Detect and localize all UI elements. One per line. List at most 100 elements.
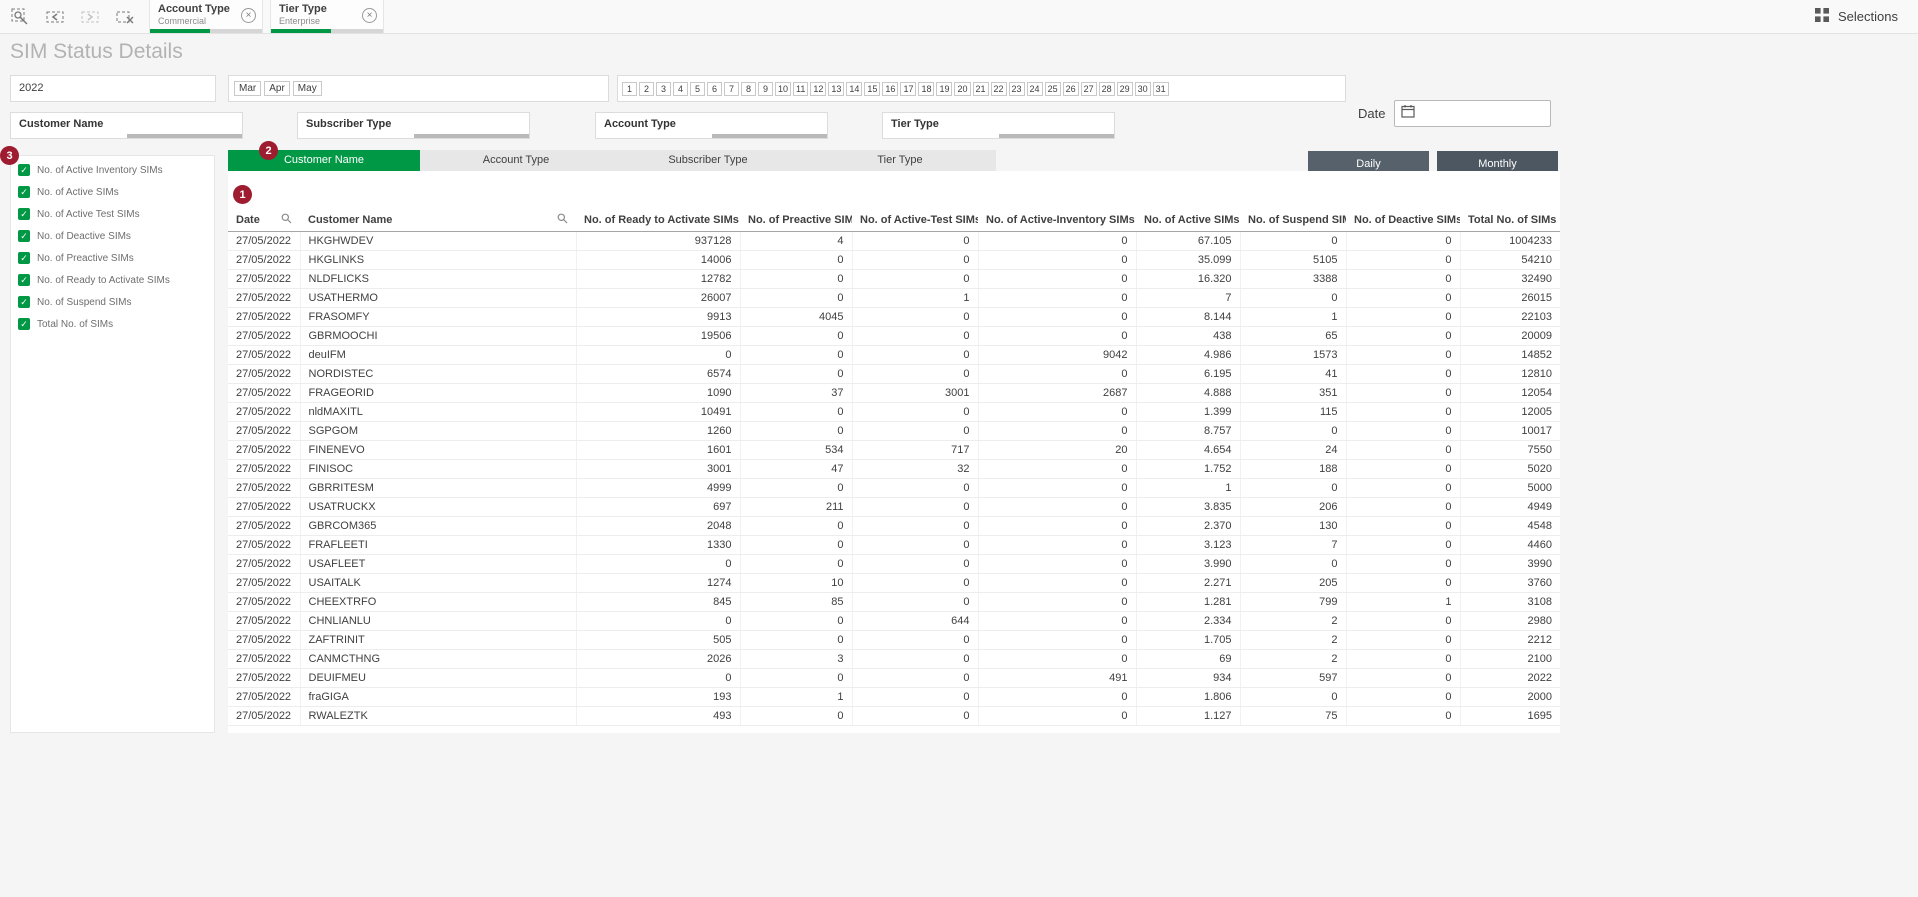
day-tile[interactable]: 10 (775, 82, 791, 96)
cell-customer-name[interactable]: GBRCOM365 (300, 516, 576, 535)
search-icon[interactable] (557, 213, 568, 227)
cell-date[interactable]: 27/05/2022 (228, 402, 300, 421)
table-row[interactable]: 27/05/2022 GBRCOM365 2048 0 0 0 2.370 13… (228, 516, 1560, 535)
cell-date[interactable]: 27/05/2022 (228, 592, 300, 611)
selection-chip[interactable]: Account Type Commercial × (149, 0, 263, 33)
kpi-toggle-item[interactable]: ✓ No. of Active SIMs (11, 181, 214, 203)
day-tile[interactable]: 16 (882, 82, 898, 96)
selections-button[interactable]: Selections (1795, 0, 1918, 33)
cell-customer-name[interactable]: USATRUCKX (300, 497, 576, 516)
filter-pane[interactable]: Account Type (595, 112, 828, 139)
cell-date[interactable]: 27/05/2022 (228, 364, 300, 383)
kpi-toggle-item[interactable]: ✓ No. of Deactive SIMs (11, 225, 214, 247)
table-row[interactable]: 27/05/2022 deuIFM 0 0 0 9042 4.986 1573 … (228, 345, 1560, 364)
table-row[interactable]: 27/05/2022 HKGLINKS 14006 0 0 0 35.099 5… (228, 250, 1560, 269)
day-tile[interactable]: 22 (991, 82, 1007, 96)
table-row[interactable]: 27/05/2022 USATRUCKX 697 211 0 0 3.835 2… (228, 497, 1560, 516)
checkbox-checked-icon[interactable]: ✓ (18, 164, 30, 176)
cell-date[interactable]: 27/05/2022 (228, 269, 300, 288)
cell-date[interactable]: 27/05/2022 (228, 250, 300, 269)
checkbox-checked-icon[interactable]: ✓ (18, 230, 30, 242)
col-header-ready-to-activate[interactable]: No. of Ready to Activate SIMs (576, 209, 740, 231)
cell-customer-name[interactable]: ZAFTRINIT (300, 630, 576, 649)
table-row[interactable]: 27/05/2022 USAFLEET 0 0 0 0 3.990 0 0 39… (228, 554, 1560, 573)
cell-customer-name[interactable]: CHEEXTRFO (300, 592, 576, 611)
cell-date[interactable]: 27/05/2022 (228, 630, 300, 649)
cell-date[interactable]: 27/05/2022 (228, 706, 300, 725)
day-tile[interactable]: 20 (954, 82, 970, 96)
day-tile[interactable]: 1 (622, 82, 637, 96)
table-row[interactable]: 27/05/2022 nldMAXITL 10491 0 0 0 1.399 1… (228, 402, 1560, 421)
cell-customer-name[interactable]: FRASOMFY (300, 307, 576, 326)
day-tile[interactable]: 6 (707, 82, 722, 96)
table-row[interactable]: 27/05/2022 CANMCTHNG 2026 3 0 0 69 2 0 2… (228, 649, 1560, 668)
cell-customer-name[interactable]: SGPGOM (300, 421, 576, 440)
step-back-icon[interactable] (45, 7, 65, 27)
cell-date[interactable]: 27/05/2022 (228, 288, 300, 307)
cell-date[interactable]: 27/05/2022 (228, 573, 300, 592)
cell-date[interactable]: 27/05/2022 (228, 535, 300, 554)
filter-pane-scrollbar[interactable] (127, 134, 243, 138)
col-header-deactive[interactable]: No. of Deactive SIMs (1346, 209, 1460, 231)
cell-customer-name[interactable]: CHNLIANLU (300, 611, 576, 630)
table-row[interactable]: 27/05/2022 HKGHWDEV 937128 4 0 0 67.105 … (228, 231, 1560, 250)
table-row[interactable]: 27/05/2022 USATHERMO 26007 0 1 0 7 0 0 2… (228, 288, 1560, 307)
cell-date[interactable]: 27/05/2022 (228, 421, 300, 440)
kpi-toggle-item[interactable]: ✓ No. of Ready to Activate SIMs (11, 269, 214, 291)
day-tile[interactable]: 17 (900, 82, 916, 96)
cell-customer-name[interactable]: FRAGEORID (300, 383, 576, 402)
cell-date[interactable]: 27/05/2022 (228, 611, 300, 630)
col-header-preactive[interactable]: No. of Preactive SIMs (740, 209, 852, 231)
day-tile[interactable]: 8 (741, 82, 756, 96)
dimension-tab[interactable]: Customer Name (228, 150, 420, 171)
kpi-toggle-item[interactable]: ✓ No. of Preactive SIMs (11, 247, 214, 269)
day-tile[interactable]: 7 (724, 82, 739, 96)
table-row[interactable]: 27/05/2022 FRASOMFY 9913 4045 0 0 8.144 … (228, 307, 1560, 326)
cell-date[interactable]: 27/05/2022 (228, 497, 300, 516)
close-icon[interactable]: × (241, 8, 256, 23)
date-input[interactable] (1394, 100, 1551, 127)
day-tile[interactable]: 26 (1063, 82, 1079, 96)
table-row[interactable]: 27/05/2022 ZAFTRINIT 505 0 0 0 1.705 2 0… (228, 630, 1560, 649)
day-tile[interactable]: 28 (1099, 82, 1115, 96)
table-row[interactable]: 27/05/2022 USAITALK 1274 10 0 0 2.271 20… (228, 573, 1560, 592)
day-tile[interactable]: 19 (936, 82, 952, 96)
cell-customer-name[interactable]: FRAFLEETI (300, 535, 576, 554)
day-tile[interactable]: 31 (1153, 82, 1169, 96)
cell-customer-name[interactable]: HKGLINKS (300, 250, 576, 269)
table-row[interactable]: 27/05/2022 FINISOC 3001 47 32 0 1.752 18… (228, 459, 1560, 478)
cell-customer-name[interactable]: USAFLEET (300, 554, 576, 573)
filter-pane-scrollbar[interactable] (999, 134, 1115, 138)
year-filter[interactable]: 2022 (10, 75, 216, 102)
day-tile[interactable]: 24 (1027, 82, 1043, 96)
cell-date[interactable]: 27/05/2022 (228, 516, 300, 535)
day-tile[interactable]: 9 (758, 82, 773, 96)
day-tile[interactable]: 29 (1117, 82, 1133, 96)
table-row[interactable]: 27/05/2022 GBRRITESM 4999 0 0 0 1 0 0 50… (228, 478, 1560, 497)
kpi-toggle-item[interactable]: ✓ No. of Active Test SIMs (11, 203, 214, 225)
cell-date[interactable]: 27/05/2022 (228, 459, 300, 478)
col-header-active-inventory[interactable]: No. of Active-Inventory SIMs (978, 209, 1136, 231)
step-forward-icon[interactable] (80, 7, 100, 27)
cell-customer-name[interactable]: nldMAXITL (300, 402, 576, 421)
checkbox-checked-icon[interactable]: ✓ (18, 274, 30, 286)
month-tile[interactable]: May (293, 81, 322, 96)
table-row[interactable]: 27/05/2022 FRAFLEETI 1330 0 0 0 3.123 7 … (228, 535, 1560, 554)
table-row[interactable]: 27/05/2022 SGPGOM 1260 0 0 0 8.757 0 0 1… (228, 421, 1560, 440)
filter-pane[interactable]: Tier Type (882, 112, 1115, 139)
cell-customer-name[interactable]: CANMCTHNG (300, 649, 576, 668)
cell-date[interactable]: 27/05/2022 (228, 478, 300, 497)
day-tile[interactable]: 27 (1081, 82, 1097, 96)
col-header-customer-name[interactable]: Customer Name (300, 209, 576, 231)
month-tile[interactable]: Apr (264, 81, 290, 96)
day-tile[interactable]: 13 (828, 82, 844, 96)
day-tile[interactable]: 12 (810, 82, 826, 96)
checkbox-checked-icon[interactable]: ✓ (18, 318, 30, 330)
clear-selections-icon[interactable] (115, 7, 135, 27)
cell-customer-name[interactable]: fraGIGA (300, 687, 576, 706)
table-row[interactable]: 27/05/2022 DEUIFMEU 0 0 0 491 934 597 0 … (228, 668, 1560, 687)
table-row[interactable]: 27/05/2022 RWALEZTK 493 0 0 0 1.127 75 0… (228, 706, 1560, 725)
cell-date[interactable]: 27/05/2022 (228, 554, 300, 573)
cell-date[interactable]: 27/05/2022 (228, 383, 300, 402)
filter-pane[interactable]: Subscriber Type (297, 112, 530, 139)
